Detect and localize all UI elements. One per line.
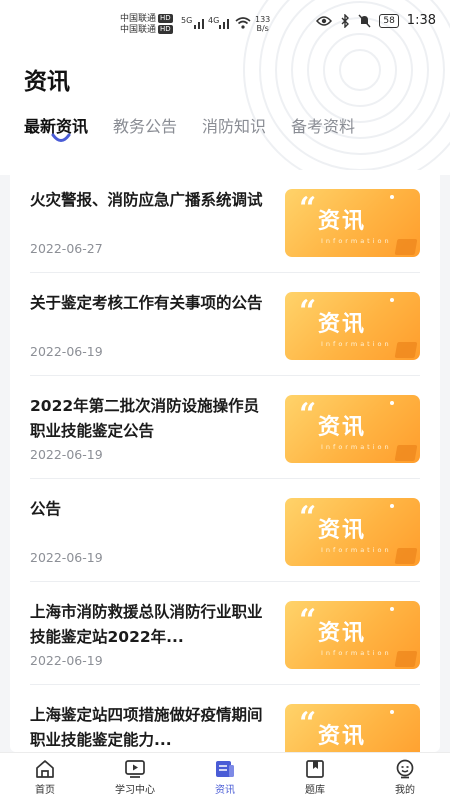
folder-icon	[394, 548, 418, 564]
news-item[interactable]: 火灾警报、消防应急广播系统调试 2022-06-27 “ 资讯 Informat…	[30, 170, 420, 273]
carrier-name-1: 中国联通	[120, 14, 157, 24]
signal-icon	[194, 19, 204, 29]
tabbar-label: 题库	[305, 785, 325, 796]
news-item[interactable]: 上海鉴定站四项措施做好疫情期间职业技能鉴定能力... “ 资讯 Informat…	[30, 685, 420, 752]
folder-icon	[394, 342, 418, 358]
news-title: 公告	[30, 500, 62, 518]
news-title: 关于鉴定考核工作有关事项的公告	[30, 294, 263, 312]
thumbnail-word: 资讯	[318, 518, 367, 543]
network-type-4g: 4G	[208, 16, 220, 25]
question-bank-icon	[306, 760, 324, 778]
news-thumbnail: “ 资讯 Information	[285, 704, 420, 752]
news-item[interactable]: 公告 2022-06-19 “ 资讯 Information	[30, 479, 420, 582]
news-date: 2022-06-19	[30, 653, 103, 668]
news-item[interactable]: 上海市消防救援总队消防行业职业技能鉴定站2022年... 2022-06-19 …	[30, 582, 420, 685]
thumbnail-dot	[390, 607, 394, 611]
video-play-icon	[125, 760, 145, 778]
carrier-name-2: 中国联通	[120, 25, 157, 35]
thumbnail-subtitle: Information	[321, 649, 392, 657]
thumbnail-dot	[390, 195, 394, 199]
tab-academic-notices[interactable]: 教务公告	[113, 113, 177, 137]
active-tab-indicator	[51, 133, 71, 142]
thumbnail-word: 资讯	[318, 209, 367, 234]
thumbnail-word: 资讯	[318, 415, 367, 440]
tab-fire-knowledge[interactable]: 消防知识	[202, 113, 266, 137]
news-icon	[216, 761, 234, 777]
home-icon	[36, 760, 54, 778]
battery-indicator: 58	[379, 13, 399, 28]
tabbar-label: 我的	[395, 785, 415, 796]
news-item[interactable]: 关于鉴定考核工作有关事项的公告 2022-06-19 “ 资讯 Informat…	[30, 273, 420, 376]
thumbnail-dot	[390, 504, 394, 508]
tabbar-question-bank[interactable]: 题库	[270, 753, 360, 800]
quote-mark: “	[299, 500, 317, 535]
tabbar-news[interactable]: 资讯	[180, 753, 270, 800]
carrier-info: 中国联通 HD 中国联通 HD	[120, 14, 173, 36]
news-thumbnail: “ 资讯 Information	[285, 395, 420, 463]
network-type-5g: 5G	[181, 16, 193, 25]
eye-icon	[316, 15, 333, 26]
speed-unit: B/s	[256, 24, 269, 33]
news-title: 2022年第二批次消防设施操作员职业技能鉴定公告	[30, 397, 260, 440]
news-title: 上海市消防救援总队消防行业职业技能鉴定站2022年...	[30, 603, 263, 646]
thumbnail-word: 资讯	[318, 724, 367, 749]
folder-icon	[394, 239, 418, 255]
thumbnail-dot	[390, 710, 394, 714]
thumbnail-subtitle: Information	[321, 443, 392, 451]
quote-mark: “	[299, 294, 317, 329]
thumbnail-dot	[390, 401, 394, 405]
folder-icon	[394, 651, 418, 667]
quote-mark: “	[299, 397, 317, 432]
thumbnail-word: 资讯	[318, 621, 367, 646]
wifi-icon	[235, 17, 251, 29]
quote-mark: “	[299, 603, 317, 638]
thumbnail-subtitle: Information	[321, 237, 392, 245]
news-list: 火灾警报、消防应急广播系统调试 2022-06-27 “ 资讯 Informat…	[10, 170, 440, 752]
quote-mark: “	[299, 191, 317, 226]
news-date: 2022-06-19	[30, 550, 103, 565]
thumbnail-subtitle: Information	[321, 340, 392, 348]
bluetooth-icon	[341, 13, 350, 28]
news-title: 火灾警报、消防应急广播系统调试	[30, 191, 263, 209]
quote-mark: “	[299, 706, 317, 741]
tabbar-home[interactable]: 首页	[0, 753, 90, 800]
speed-value: 133	[255, 15, 271, 24]
news-date: 2022-06-19	[30, 344, 103, 359]
news-item[interactable]: 2022年第二批次消防设施操作员职业技能鉴定公告 2022-06-19 “ 资讯…	[30, 376, 420, 479]
news-date: 2022-06-19	[30, 447, 103, 462]
hd-badge: HD	[158, 14, 173, 23]
news-thumbnail: “ 资讯 Information	[285, 601, 420, 669]
category-tabs: 最新资讯 教务公告 消防知识 备考资料	[24, 113, 380, 137]
thumbnail-dot	[390, 298, 394, 302]
page-title: 资讯	[24, 69, 70, 95]
tabbar-profile[interactable]: 我的	[360, 753, 450, 800]
mute-bell-icon	[358, 14, 371, 27]
hd-badge: HD	[158, 25, 173, 34]
network-speed: 133 B/s	[255, 15, 270, 33]
news-thumbnail: “ 资讯 Information	[285, 498, 420, 566]
signal-icon-2	[219, 19, 229, 29]
thumbnail-word: 资讯	[318, 312, 367, 337]
tab-exam-materials[interactable]: 备考资料	[291, 113, 355, 137]
tabbar-label: 首页	[35, 785, 55, 796]
news-thumbnail: “ 资讯 Information	[285, 292, 420, 360]
news-thumbnail: “ 资讯 Information	[285, 189, 420, 257]
news-date: 2022-06-27	[30, 241, 103, 256]
status-right: 58 1:38	[316, 13, 436, 28]
folder-icon	[394, 445, 418, 461]
status-bar: 中国联通 HD 中国联通 HD 5G 4G 133 B/s 58 1:38	[0, 0, 450, 40]
bottom-tab-bar: 首页 学习中心 资讯 题库 我的	[0, 752, 450, 800]
tabbar-learning-center[interactable]: 学习中心	[90, 753, 180, 800]
news-title: 上海鉴定站四项措施做好疫情期间职业技能鉴定能力...	[30, 706, 263, 749]
profile-icon	[396, 759, 414, 779]
tabbar-label: 资讯	[215, 785, 235, 796]
clock-time: 1:38	[406, 13, 436, 28]
thumbnail-subtitle: Information	[321, 546, 392, 554]
tabbar-label: 学习中心	[115, 785, 155, 796]
